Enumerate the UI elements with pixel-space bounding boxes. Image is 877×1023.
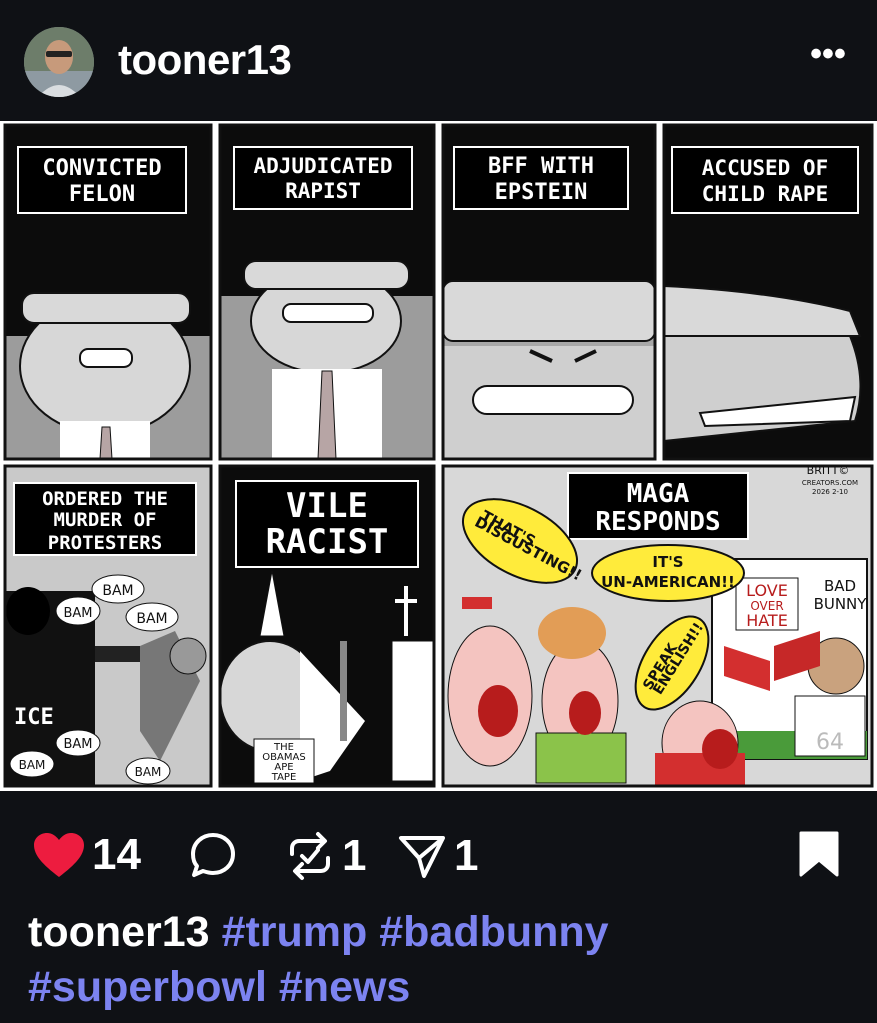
post-image[interactable]: CONVICTED FELON ADJUDICATED RAPIST BFF W… [0,121,877,791]
panel7-caption-line2: RESPONDS [595,507,720,537]
repost-count: 1 [342,831,367,880]
bubble-unamerican-line2: UN-AMERICAN!! [601,573,735,591]
panel-adjudicated-rapist: ADJUDICATED RAPIST [220,125,434,460]
more-options-icon[interactable]: ••• [808,37,848,74]
panel-convicted-felon: CONVICTED FELON [5,125,211,460]
bam-label: BAM [102,583,133,599]
panel-maga-responds: LOVE OVER HATE BAD BUNNY 64 MAGA RESPOND… [443,464,872,787]
bam-label: BAM [63,606,92,621]
like-count: 14 [92,830,141,879]
panel6-caption-line2: RACIST [266,522,389,562]
save-button[interactable] [798,830,840,878]
tv-bad-bunny-line2: BUNNY [814,595,868,613]
tv-bad-bunny-line1: BAD [824,577,856,595]
panel4-caption-line1: ACCUSED OF [702,156,828,180]
ice-label: ICE [14,705,54,730]
hashtag-superbowl[interactable]: #superbowl [28,963,267,1011]
hashtag-badbunny[interactable]: #badbunny [379,908,608,956]
bam-label: BAM [136,611,167,627]
panel2-caption-line1: ADJUDICATED [253,154,392,178]
heart-icon [34,833,84,877]
avatar[interactable] [24,27,94,97]
tv-love-line1: LOVE [746,581,788,600]
comment-button[interactable] [188,830,238,880]
hashtag-trump[interactable]: #trump [222,908,368,956]
signature-line2: CREATORS.COM [802,479,858,487]
bam-label: BAM [19,758,46,772]
bookmark-icon [799,831,839,877]
bam-label: BAM [63,737,92,752]
tv-love-line3: HATE [746,611,788,630]
action-bar: 14 1 1 [0,800,877,910]
panel2-caption-line2: RAPIST [285,179,361,203]
post-username[interactable]: tooner13 [118,36,292,84]
signature-line3: 2026 2-10 [812,488,848,496]
comment-icon [191,833,235,877]
panel1-caption-line1: CONVICTED [42,156,161,181]
hashtag-news[interactable]: #news [279,963,410,1011]
panel-ordered-murder: ORDERED THE MURDER OF PROTESTERS BAM BAM… [5,466,211,786]
panel4-caption-line2: CHILD RAPE [702,182,828,206]
post-header: tooner13 ••• [0,0,877,120]
sign-line4: TAPE [271,772,297,783]
panel5-caption-line3: PROTESTERS [48,532,162,554]
bubble-unamerican-line1: IT'S [652,553,683,571]
speech-bubble-unamerican: IT'S UN-AMERICAN!! [591,544,745,602]
bam-label: BAM [135,765,162,779]
panel5-caption-line2: MURDER OF [54,509,157,531]
share-count: 1 [454,831,479,880]
share-icon [399,836,445,878]
like-button[interactable]: 14 [32,830,141,880]
panel-vile-racist: VILE RACIST THE OBAMAS APE TAPE [219,466,435,786]
panel1-caption-line2: FELON [69,182,135,207]
panel3-caption-line2: EPSTEIN [495,180,588,205]
caption-username[interactable]: tooner13 [28,908,210,956]
panel-accused-child-rape: ACCUSED OF CHILD RAPE [663,125,872,459]
panel5-caption-line1: ORDERED THE [42,488,168,510]
panel6-caption-line1: VILE [286,486,368,526]
tv-jersey: 64 [816,730,844,755]
share-button[interactable]: 1 [396,830,478,882]
panel7-caption-line1: MAGA [627,479,690,509]
post-caption: tooner13 #trump #badbunny #superbowl #ne… [28,905,858,1015]
panel3-caption-line1: BFF WITH [488,154,594,179]
repost-icon [290,832,330,880]
panel-bff-epstein: BFF WITH EPSTEIN [442,125,656,459]
repost-button[interactable]: 1 [284,830,366,882]
